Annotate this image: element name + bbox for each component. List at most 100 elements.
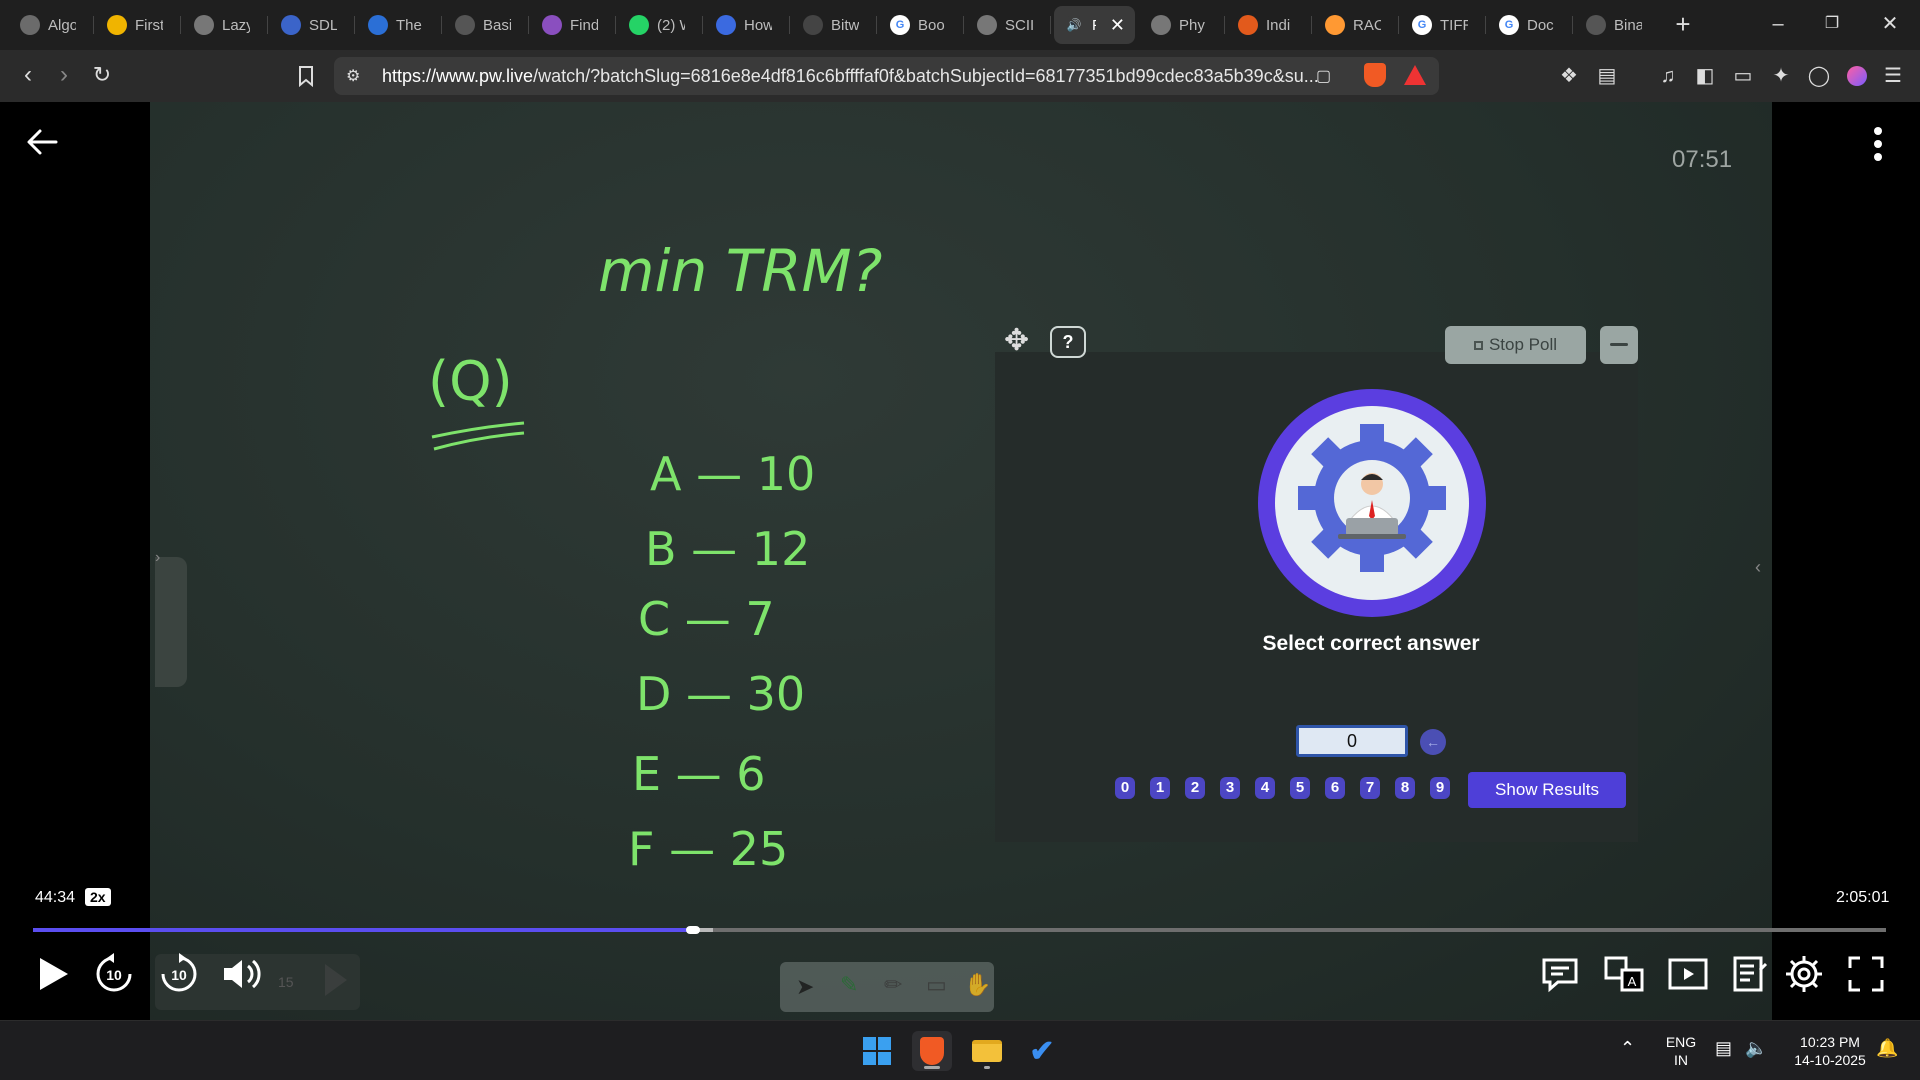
- tab-6[interactable]: Find: [532, 6, 613, 44]
- seek-handle[interactable]: [685, 926, 700, 934]
- tab-2[interactable]: Lazy: [184, 6, 265, 44]
- digit-button-4[interactable]: 4: [1255, 777, 1275, 799]
- tab-4[interactable]: The: [358, 6, 439, 44]
- tab-3[interactable]: SDL: [271, 6, 352, 44]
- close-tab-icon[interactable]: ✕: [1110, 15, 1125, 36]
- menu-icon[interactable]: ☰: [1880, 63, 1906, 89]
- digit-button-3[interactable]: 3: [1220, 777, 1240, 799]
- settings-button[interactable]: [1780, 950, 1828, 998]
- current-time: 44:34: [35, 889, 76, 906]
- notification-bell-icon[interactable]: 🔔: [1876, 1039, 1898, 1057]
- show-hidden-icons[interactable]: ⌃: [1620, 1039, 1635, 1057]
- tab-15[interactable]: RAC: [1315, 6, 1396, 44]
- digit-button-6[interactable]: 6: [1325, 777, 1345, 799]
- address-bar[interactable]: ⚙ https://www.pw.live/watch/?batchSlug=6…: [334, 57, 1439, 95]
- leo-ai-icon[interactable]: ✦: [1768, 63, 1794, 89]
- tab-16[interactable]: G TIFR: [1402, 6, 1483, 44]
- digit-button-8[interactable]: 8: [1395, 777, 1415, 799]
- reload-button[interactable]: ↻: [84, 58, 120, 94]
- new-tab-button[interactable]: +: [1668, 10, 1698, 40]
- wallet-icon[interactable]: ▭: [1730, 63, 1756, 89]
- fullscreen-button[interactable]: [1842, 950, 1890, 998]
- language-indicator[interactable]: ENG IN: [1664, 1033, 1698, 1069]
- tab-17[interactable]: G Doc: [1489, 6, 1570, 44]
- tab-11[interactable]: SCII: [967, 6, 1048, 44]
- notes-button[interactable]: [1726, 950, 1774, 998]
- tab-1[interactable]: First: [97, 6, 178, 44]
- highlighter-tool-icon[interactable]: ✏: [884, 972, 902, 998]
- media-icon[interactable]: ♫: [1655, 63, 1681, 89]
- volume-button[interactable]: [218, 950, 266, 998]
- rewind-10-button[interactable]: 10: [90, 950, 138, 998]
- minimize-poll-button[interactable]: [1600, 326, 1638, 364]
- taskbar-todo[interactable]: ✔: [1022, 1031, 1062, 1071]
- poll-help-button[interactable]: ?: [1050, 326, 1086, 358]
- stop-poll-button[interactable]: Stop Poll: [1445, 326, 1586, 364]
- taskbar-file-explorer[interactable]: [967, 1031, 1007, 1071]
- playback-speed-badge[interactable]: 2x: [85, 888, 111, 906]
- tab-18[interactable]: Bina: [1576, 6, 1657, 44]
- minimize-window-button[interactable]: –: [1756, 6, 1800, 42]
- chevron-right-icon[interactable]: ›: [155, 549, 160, 567]
- move-icon[interactable]: ✥: [1004, 323, 1040, 359]
- board-next-icon[interactable]: [325, 964, 347, 996]
- rewind-label: 10: [106, 967, 122, 983]
- profile-icon[interactable]: [1844, 63, 1870, 89]
- more-options-icon[interactable]: [1870, 124, 1886, 164]
- pointer-tool-icon[interactable]: ➤: [796, 974, 814, 1000]
- tab-0[interactable]: Algo: [10, 6, 91, 44]
- show-results-button[interactable]: Show Results: [1468, 772, 1626, 808]
- side-panel-handle[interactable]: [155, 557, 187, 687]
- speaker-icon[interactable]: 🔈: [1745, 1039, 1767, 1057]
- network-icon[interactable]: ▤: [1715, 1039, 1732, 1057]
- site-info-icon[interactable]: ⚙: [346, 66, 360, 86]
- url-text[interactable]: https://www.pw.live/watch/?batchSlug=681…: [382, 66, 1342, 87]
- close-window-button[interactable]: ✕: [1868, 6, 1912, 42]
- tab-12[interactable]: 🔊 P ✕: [1054, 6, 1135, 44]
- tab-5[interactable]: Basi: [445, 6, 526, 44]
- digit-button-1[interactable]: 1: [1150, 777, 1170, 799]
- back-button[interactable]: ‹: [10, 58, 46, 94]
- chevron-left-icon[interactable]: ‹: [1755, 557, 1761, 578]
- openai-icon: [1586, 15, 1606, 35]
- brave-rewards-icon[interactable]: [1404, 65, 1426, 85]
- taskbar-brave[interactable]: [912, 1031, 952, 1071]
- brave-shield-icon[interactable]: [1364, 63, 1386, 87]
- restore-window-button[interactable]: ❐: [1810, 6, 1854, 42]
- mini-player-button[interactable]: [1664, 950, 1712, 998]
- start-button[interactable]: [857, 1031, 897, 1071]
- digit-button-9[interactable]: 9: [1430, 777, 1450, 799]
- chat-button[interactable]: [1536, 950, 1584, 998]
- vpn-icon[interactable]: ◯: [1806, 63, 1832, 89]
- tab-14[interactable]: Indi: [1228, 6, 1309, 44]
- digit-button-0[interactable]: 0: [1115, 777, 1135, 799]
- video-player[interactable]: › ‹ 07:51 min TRM? (Q) A — 10 B — 12 C — 7…: [0, 102, 1920, 1020]
- digit-button-7[interactable]: 7: [1360, 777, 1380, 799]
- eraser-tool-icon[interactable]: ▭: [926, 972, 947, 998]
- hand-tool-icon[interactable]: ✋: [964, 972, 991, 998]
- forward-button[interactable]: ›: [46, 58, 82, 94]
- tab-13[interactable]: Phy: [1141, 6, 1222, 44]
- digit-button-2[interactable]: 2: [1185, 777, 1205, 799]
- cast-icon[interactable]: ▢: [1316, 66, 1331, 86]
- tab-8[interactable]: How: [706, 6, 787, 44]
- answer-input[interactable]: 0: [1296, 725, 1408, 757]
- backspace-icon[interactable]: ←: [1420, 729, 1446, 755]
- tab-7[interactable]: (2) W: [619, 6, 700, 44]
- translate-button[interactable]: A: [1600, 950, 1648, 998]
- forward-10-button[interactable]: 10: [155, 950, 203, 998]
- tab-10[interactable]: G Boo: [880, 6, 961, 44]
- extensions-icon[interactable]: ❖: [1556, 63, 1582, 89]
- translate-icon: A: [1604, 956, 1644, 992]
- bookmark-icon[interactable]: [288, 58, 324, 94]
- back-arrow-icon[interactable]: [22, 122, 62, 162]
- pen-tool-icon[interactable]: ✎: [840, 972, 858, 998]
- play-button[interactable]: [28, 950, 76, 998]
- tab-strip: Algo First Lazy SDL The Basi Find (2) W How Bitw G…: [0, 0, 1920, 50]
- digit-button-5[interactable]: 5: [1290, 777, 1310, 799]
- seek-bar[interactable]: [33, 926, 1886, 934]
- clock[interactable]: 10:23 PM 14-10-2025: [1780, 1033, 1880, 1069]
- tab-9[interactable]: Bitw: [793, 6, 874, 44]
- reader-mode-icon[interactable]: ▤: [1594, 63, 1620, 89]
- sidebar-icon[interactable]: ◧: [1692, 63, 1718, 89]
